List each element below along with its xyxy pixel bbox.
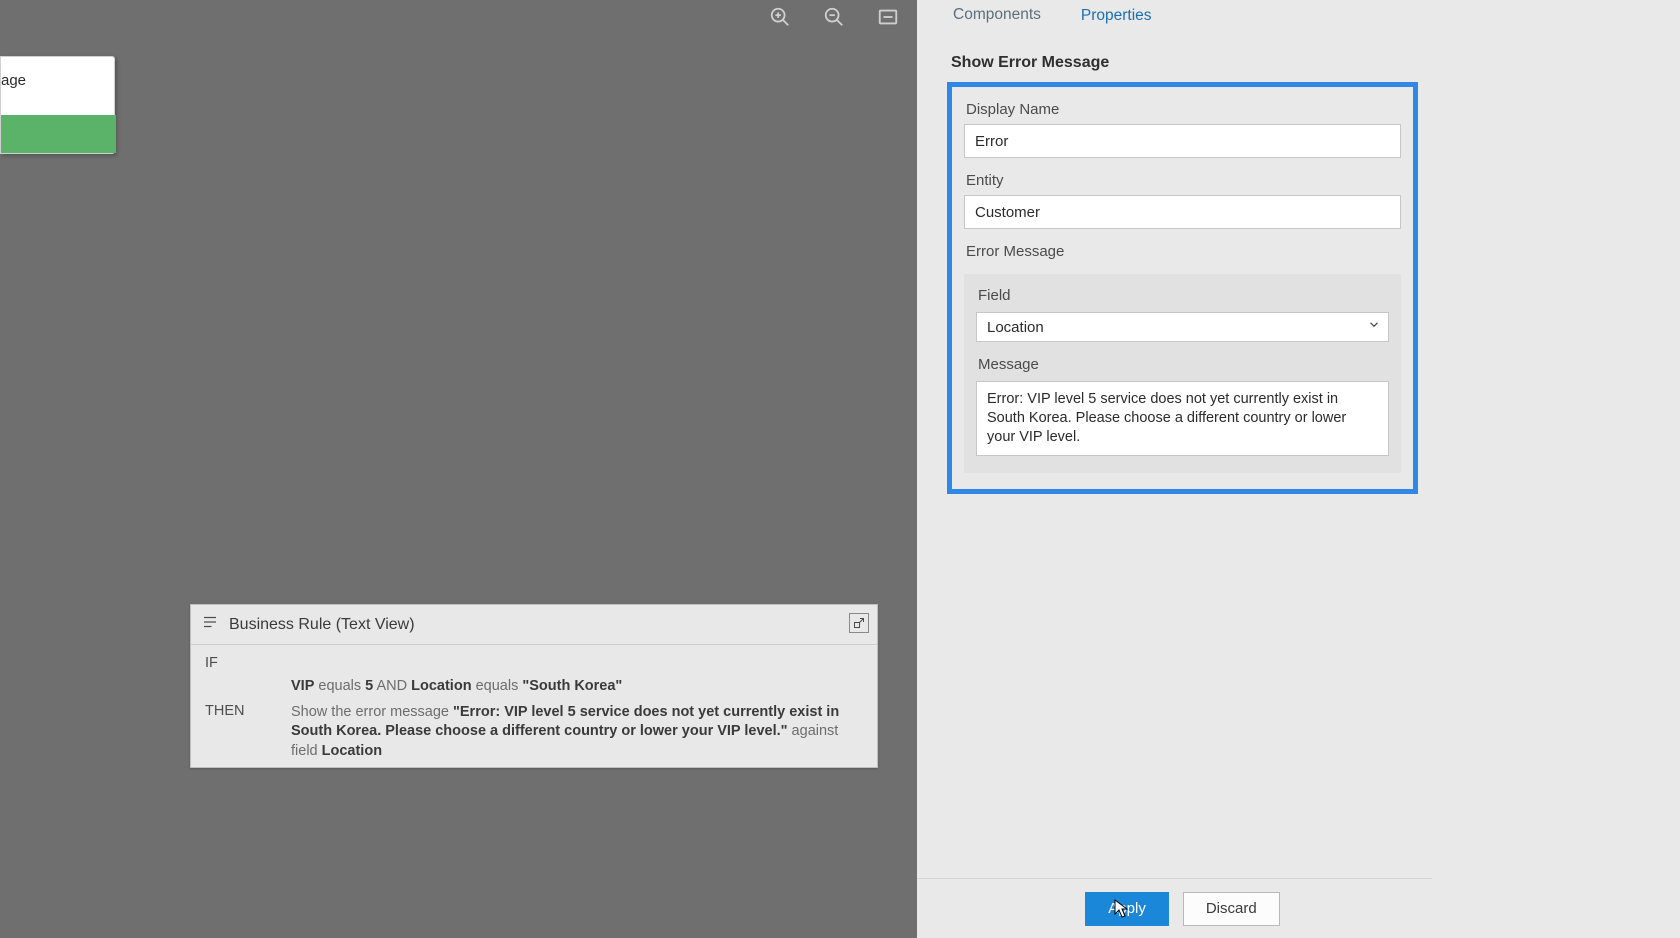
action-node-status-bar <box>1 115 116 153</box>
field-select[interactable]: Location <box>976 312 1389 342</box>
list-icon <box>201 613 219 636</box>
apply-button-label: Apply <box>1108 900 1146 917</box>
business-rule-text-view-panel: Business Rule (Text View) IF VIP equals … <box>190 604 878 768</box>
error-message-label: Error Message <box>966 243 1401 260</box>
zoom-out-icon[interactable] <box>823 6 845 33</box>
rule-condition: VIP equals 5 AND Location equals "South … <box>291 677 863 697</box>
expand-panel-icon[interactable] <box>849 613 869 633</box>
canvas-toolbar <box>769 6 899 33</box>
entity-label: Entity <box>966 172 1401 189</box>
business-rule-header: Business Rule (Text View) <box>191 605 877 645</box>
field-label: Field <box>978 287 1389 304</box>
window-gutter <box>1432 0 1680 938</box>
fit-to-screen-icon[interactable] <box>877 6 899 33</box>
design-canvas[interactable]: age Business Rule (Text View) <box>0 0 917 938</box>
tab-components[interactable]: Components <box>933 0 1061 30</box>
rule-action: Show the error message "Error: VIP level… <box>291 703 863 762</box>
action-node-label: age <box>1 72 26 89</box>
business-rule-title: Business Rule (Text View) <box>229 616 415 634</box>
entity-input[interactable] <box>964 195 1401 229</box>
apply-button[interactable]: Apply <box>1085 892 1169 926</box>
display-name-label: Display Name <box>966 101 1401 118</box>
display-name-input[interactable] <box>964 124 1401 158</box>
zoom-in-icon[interactable] <box>769 6 791 33</box>
discard-button[interactable]: Discard <box>1183 892 1280 926</box>
selected-action-properties: Display Name Entity Error Message Field … <box>947 82 1418 494</box>
tab-properties[interactable]: Properties <box>1061 0 1172 30</box>
message-label: Message <box>978 356 1389 373</box>
message-textarea[interactable]: Error: VIP level 5 service does not yet … <box>976 381 1389 456</box>
action-node-card[interactable]: age <box>0 56 115 154</box>
if-keyword: IF <box>205 655 285 671</box>
business-rule-body: IF VIP equals 5 AND Location equals "Sou… <box>191 645 877 775</box>
error-message-subsection: Field Location Message Error: VIP level … <box>964 274 1401 473</box>
then-keyword: THEN <box>205 703 285 762</box>
